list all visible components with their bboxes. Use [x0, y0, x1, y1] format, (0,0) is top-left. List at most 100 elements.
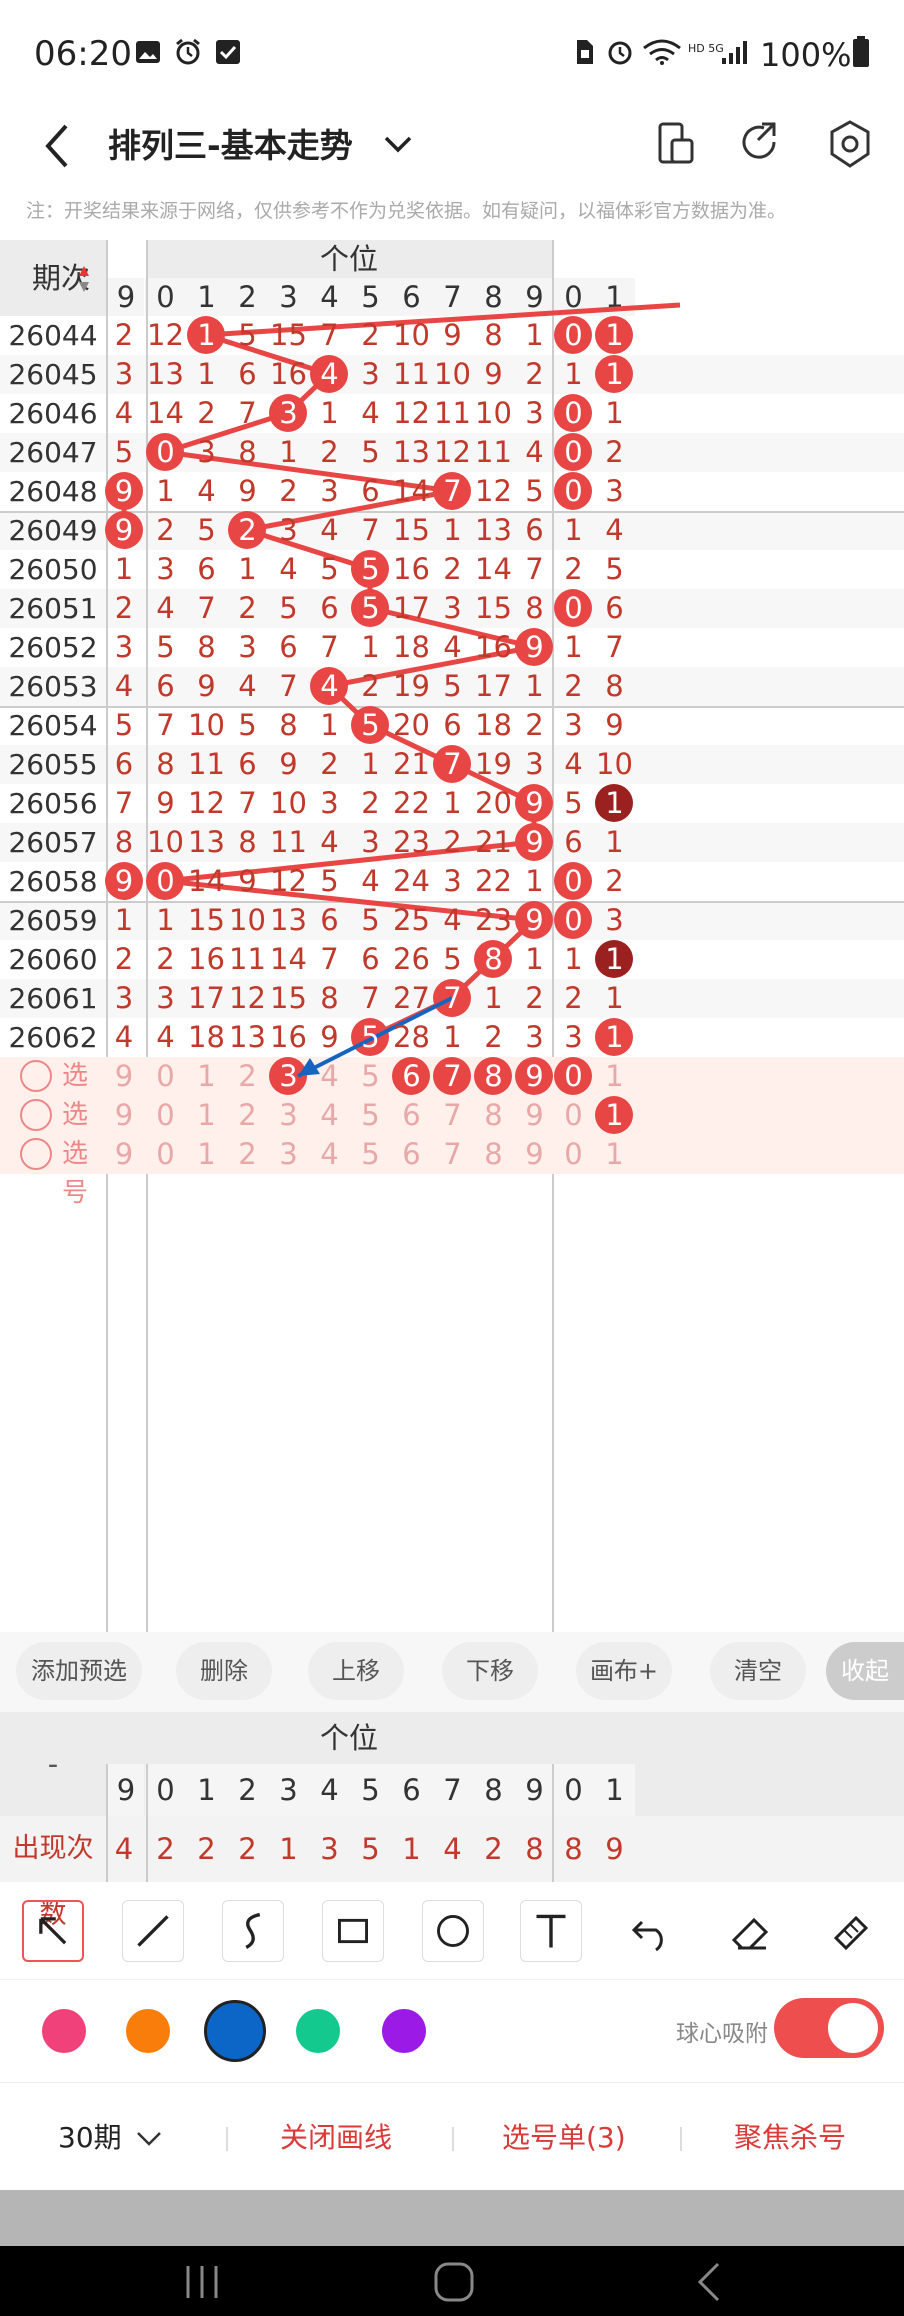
select-row-label[interactable]: 选号 [62, 1096, 108, 1169]
period-selector[interactable]: 30期 [58, 2113, 122, 2163]
select-number-cell[interactable]: 0 [145, 1096, 186, 1135]
toolbar-button[interactable]: 画布+ [576, 1642, 672, 1700]
select-number-cell[interactable]: 8 [473, 1135, 514, 1174]
select-number-cell[interactable]: 2 [227, 1057, 268, 1096]
rect-tool-icon[interactable] [322, 1900, 384, 1962]
select-row-checkbox[interactable] [20, 1099, 52, 1131]
select-prev-cell[interactable]: 9 [104, 1057, 144, 1096]
omission-cell: 11 [188, 747, 225, 781]
snap-toggle[interactable] [774, 1998, 884, 2058]
color-swatch[interactable] [382, 2009, 426, 2053]
recents-icon[interactable] [180, 2262, 224, 2302]
select-number-cell[interactable]: 7 [432, 1135, 473, 1174]
color-swatch[interactable] [296, 2009, 340, 2053]
back-nav-icon[interactable] [690, 2260, 730, 2304]
select-number-cell[interactable]: 9 [514, 1057, 555, 1096]
select-number-cell[interactable]: 9 [514, 1096, 555, 1135]
select-number-cell[interactable]: 0 [145, 1057, 186, 1096]
prev-cell: 3 [114, 630, 134, 664]
select-number-cell[interactable]: 3 [268, 1096, 309, 1135]
circle-tool-icon[interactable] [422, 1900, 484, 1962]
toolbar-button[interactable]: 上移 [308, 1642, 404, 1700]
select-number-cell[interactable]: 3 [268, 1135, 309, 1174]
omission-cell: 15 [393, 513, 430, 547]
select-number-cell[interactable]: 7 [432, 1057, 473, 1096]
page-title[interactable]: 排列三-基本走势 [108, 118, 353, 174]
curve-tool-icon[interactable] [222, 1900, 284, 1962]
close-draw-button[interactable]: 关闭画线 [280, 2113, 392, 2163]
select-number-cell[interactable]: 7 [432, 1096, 473, 1135]
chevron-down-icon[interactable] [376, 122, 420, 166]
select-row-checkbox[interactable] [20, 1060, 52, 1092]
device-switch-icon[interactable] [648, 116, 704, 172]
omission-cell: 1 [525, 942, 544, 976]
select-number-cell[interactable]: 1 [186, 1057, 227, 1096]
eraser-icon[interactable] [720, 1900, 782, 1962]
select-row-label[interactable]: 选号 [62, 1135, 108, 1208]
omission-cell: 1 [238, 552, 257, 586]
color-swatch[interactable] [204, 2000, 266, 2062]
select-number-cell[interactable]: 8 [473, 1057, 514, 1096]
select-number-cell[interactable]: 5 [350, 1135, 391, 1174]
home-icon[interactable] [432, 2260, 476, 2304]
select-prev-cell[interactable]: 9 [104, 1096, 144, 1135]
select-number-cell[interactable]: 8 [473, 1096, 514, 1135]
select-number-cell[interactable]: 6 [391, 1057, 432, 1096]
select-number-cell[interactable]: 4 [309, 1135, 350, 1174]
period-header[interactable]: 期次 [0, 240, 106, 316]
period-cell: 26048 [8, 475, 98, 508]
settings-icon[interactable] [822, 116, 878, 172]
select-next-cell[interactable]: 1 [594, 1096, 635, 1135]
toolbar-button[interactable]: 添加预选 [16, 1642, 142, 1700]
select-prev-cell[interactable]: 9 [104, 1135, 144, 1174]
select-number-cell[interactable]: 5 [350, 1096, 391, 1135]
select-number-cell[interactable]: 4 [309, 1096, 350, 1135]
text-tool-icon[interactable] [520, 1900, 582, 1962]
line-tool-icon[interactable] [122, 1900, 184, 1962]
select-next-cell[interactable]: 1 [594, 1057, 635, 1096]
undo-icon[interactable] [620, 1900, 682, 1962]
select-number-cell[interactable]: 2 [227, 1135, 268, 1174]
omission-cell: 1 [525, 864, 544, 898]
select-number-cell[interactable]: 6 [391, 1096, 432, 1135]
back-icon[interactable] [36, 116, 80, 176]
share-icon[interactable] [732, 116, 788, 172]
select-row-label[interactable]: 选号 [62, 1057, 108, 1130]
digit-col-header: 0 [145, 278, 186, 316]
collapse-button[interactable]: 收起 [826, 1642, 904, 1700]
select-next-cell[interactable]: 0 [553, 1096, 594, 1135]
select-list-button[interactable]: 选号单(3) [502, 2113, 626, 2163]
select-next-cell[interactable]: 1 [594, 1135, 635, 1174]
prev-cell: 5 [114, 708, 134, 742]
count-cell: 2 [197, 1832, 216, 1866]
select-number-cell[interactable]: 9 [514, 1135, 555, 1174]
select-number-cell[interactable]: 4 [309, 1057, 350, 1096]
select-tool-icon[interactable] [22, 1900, 84, 1962]
chevron-down-icon[interactable] [134, 2129, 164, 2149]
select-next-cell[interactable]: 0 [553, 1057, 594, 1096]
select-number-cell[interactable]: 1 [186, 1096, 227, 1135]
sort-icon[interactable] [78, 264, 90, 294]
select-number-cell[interactable]: 2 [227, 1096, 268, 1135]
digit-col-header: 5 [350, 278, 391, 316]
select-number-cell[interactable]: 0 [145, 1135, 186, 1174]
select-number-cell[interactable]: 3 [268, 1057, 309, 1096]
toolbar-button[interactable]: 下移 [442, 1642, 538, 1700]
select-row-checkbox[interactable] [20, 1138, 52, 1170]
omission-cell: 7 [525, 552, 544, 586]
color-swatch[interactable] [126, 2009, 170, 2053]
omission-cell: 6 [320, 903, 339, 937]
focus-kill-button[interactable]: 聚焦杀号 [734, 2113, 846, 2163]
select-number-cell[interactable]: 5 [350, 1057, 391, 1096]
clear-icon[interactable] [820, 1900, 882, 1962]
color-swatch[interactable] [42, 2009, 86, 2053]
select-number-cell[interactable]: 6 [391, 1135, 432, 1174]
select-number-cell[interactable]: 1 [186, 1135, 227, 1174]
select-next-cell[interactable]: 0 [553, 1135, 594, 1174]
toolbar-button[interactable]: 清空 [710, 1642, 806, 1700]
omission-cell: 2 [279, 474, 298, 508]
omission-cell: 10 [475, 396, 512, 430]
count-next-cell: 9 [605, 1832, 624, 1866]
omission-cell: 24 [393, 864, 430, 898]
toolbar-button[interactable]: 删除 [176, 1642, 272, 1700]
